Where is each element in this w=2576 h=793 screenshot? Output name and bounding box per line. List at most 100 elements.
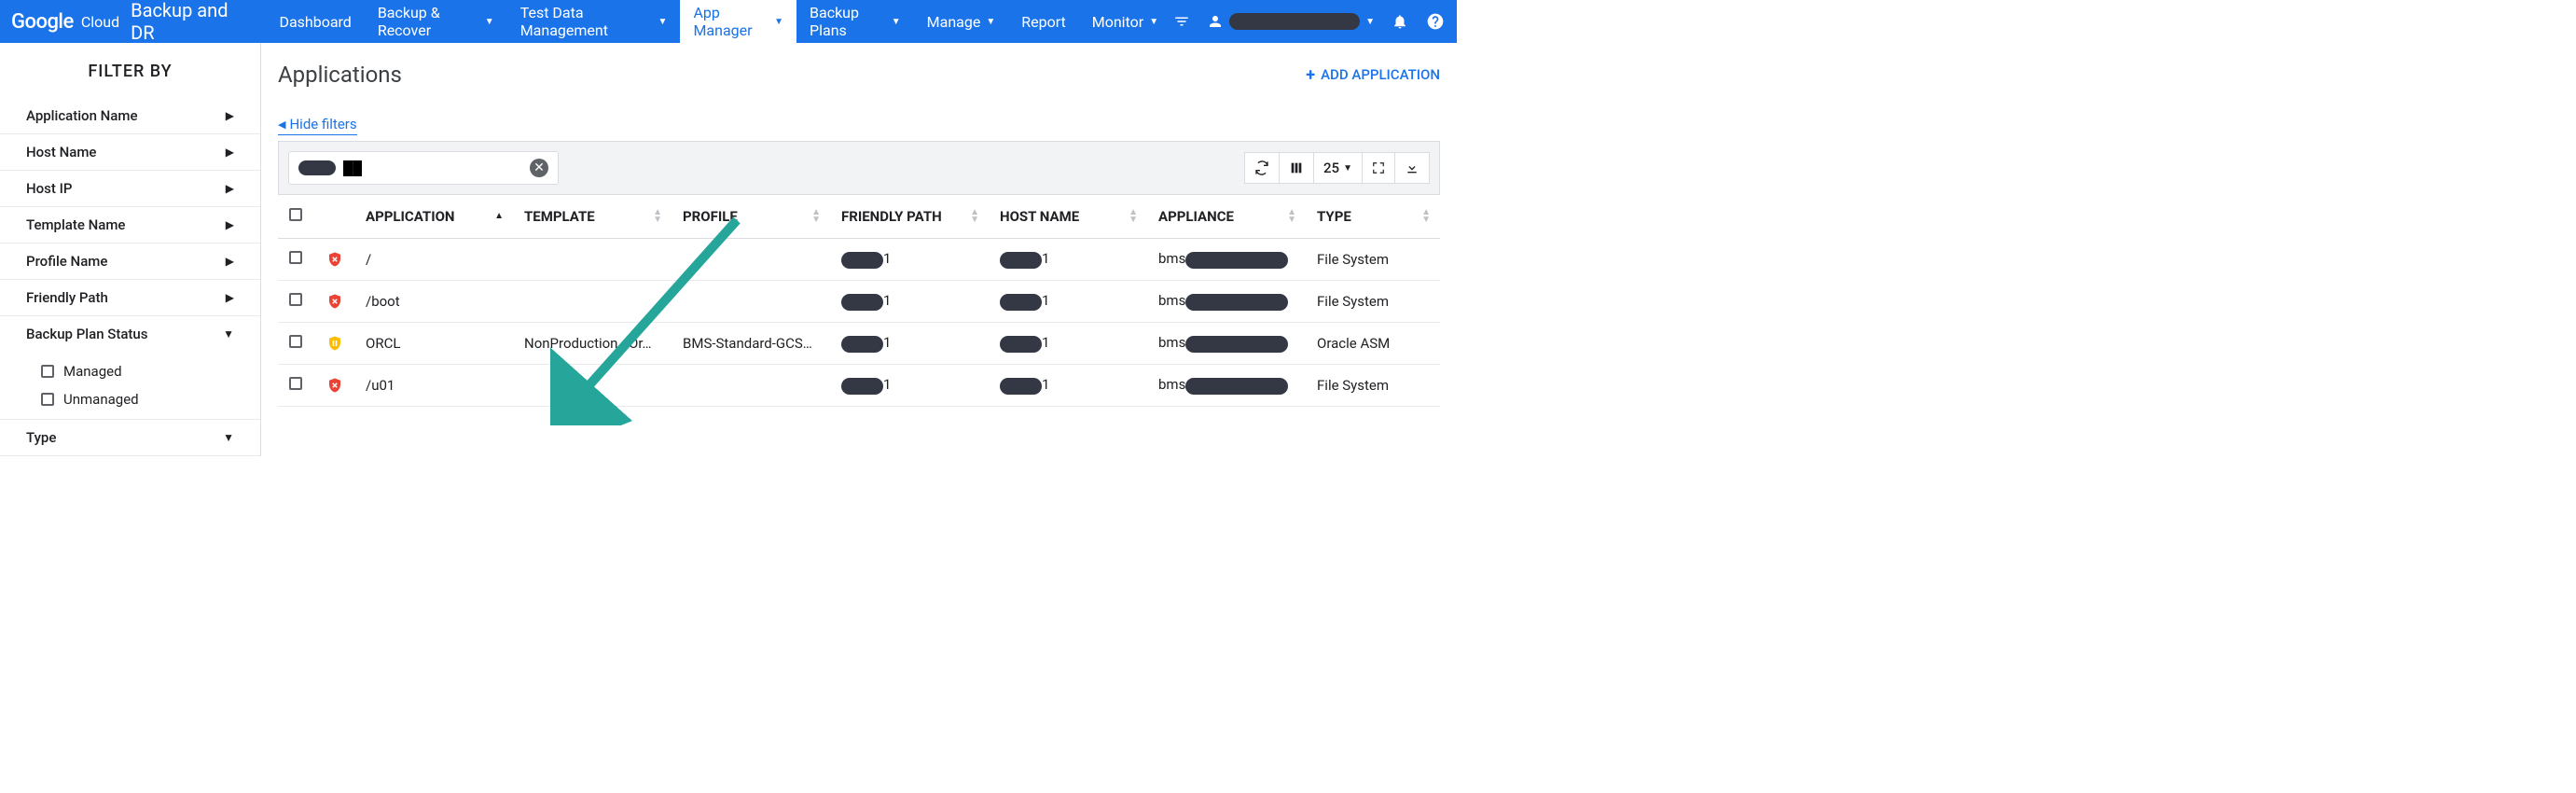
cell-template bbox=[513, 365, 672, 407]
col-type[interactable]: TYPE bbox=[1317, 208, 1351, 225]
bell-icon[interactable] bbox=[1390, 11, 1410, 32]
sort-icon: ▲▼ bbox=[970, 209, 979, 224]
row-checkbox[interactable] bbox=[289, 335, 302, 348]
col-host-name[interactable]: HOST NAME bbox=[1000, 208, 1079, 225]
col-appliance[interactable]: APPLIANCE bbox=[1158, 208, 1234, 225]
cell-friendly-path: 1 bbox=[830, 323, 989, 365]
cell-host-name: 1 bbox=[989, 323, 1147, 365]
caret-right-icon: ▶ bbox=[226, 255, 234, 268]
filter-option-label: Managed bbox=[63, 363, 122, 380]
filter-host-name[interactable]: Host Name ▶ bbox=[0, 134, 260, 171]
filter-option-managed[interactable]: Managed bbox=[41, 357, 234, 385]
page-size-value: 25 bbox=[1323, 160, 1339, 176]
table-row[interactable]: /boot11bmsFile System bbox=[278, 281, 1440, 323]
filter-label: Friendly Path bbox=[26, 289, 108, 306]
search-box: ✕ bbox=[288, 151, 559, 185]
caret-down-icon: ▼ bbox=[223, 431, 234, 444]
nav-monitor[interactable]: Monitor▼ bbox=[1079, 0, 1171, 43]
filter-label: Backup Plan Status bbox=[26, 326, 148, 342]
col-application[interactable]: APPLICATION bbox=[366, 208, 455, 225]
cell-template bbox=[513, 239, 672, 281]
nav-manage[interactable]: Manage▼ bbox=[914, 0, 1009, 43]
nav-backup-recover-label: Backup & Recover bbox=[378, 4, 479, 39]
chevron-down-icon: ▼ bbox=[774, 17, 783, 27]
cell-profile bbox=[672, 281, 830, 323]
cell-appliance: bms bbox=[1147, 323, 1306, 365]
add-application-button[interactable]: + ADD APPLICATION bbox=[1306, 65, 1440, 85]
table-row[interactable]: /u0111bmsFile System bbox=[278, 365, 1440, 407]
col-friendly-path[interactable]: FRIENDLY PATH bbox=[841, 208, 942, 225]
caret-right-icon: ▶ bbox=[226, 291, 234, 304]
row-checkbox[interactable] bbox=[289, 377, 302, 390]
applications-table: APPLICATION▲ TEMPLATE▲▼ PROFILE▲▼ FRIEND… bbox=[278, 195, 1440, 407]
chevron-down-icon: ▼ bbox=[658, 17, 668, 27]
filter-template-name[interactable]: Template Name▶ bbox=[0, 207, 260, 243]
sort-icon: ▲▼ bbox=[1421, 209, 1431, 224]
row-checkbox[interactable] bbox=[289, 293, 302, 306]
checkbox-icon bbox=[41, 393, 54, 406]
download-icon bbox=[1405, 160, 1420, 175]
page-size-select[interactable]: 25 ▼ bbox=[1314, 152, 1363, 184]
caret-right-icon: ▶ bbox=[226, 109, 234, 122]
filter-application-name[interactable]: Application Name▶ bbox=[0, 98, 260, 134]
filter-profile-name[interactable]: Profile Name▶ bbox=[0, 243, 260, 280]
cell-type: Oracle ASM bbox=[1306, 323, 1440, 365]
search-input[interactable] bbox=[343, 160, 362, 176]
download-button[interactable] bbox=[1395, 152, 1430, 184]
main-content: Applications + ADD APPLICATION ◀ Hide fi… bbox=[261, 43, 1457, 456]
cell-type: File System bbox=[1306, 365, 1440, 407]
col-profile[interactable]: PROFILE bbox=[683, 208, 738, 225]
checkbox-icon bbox=[41, 365, 54, 378]
cell-friendly-path: 1 bbox=[830, 365, 989, 407]
nav-test-data[interactable]: Test Data Management▼ bbox=[507, 0, 681, 43]
table-row[interactable]: /11bmsFile System bbox=[278, 239, 1440, 281]
chevron-down-icon: ▼ bbox=[1343, 163, 1352, 174]
select-all-checkbox[interactable] bbox=[289, 208, 302, 221]
fullscreen-button[interactable] bbox=[1363, 152, 1395, 184]
sort-icon: ▲▼ bbox=[811, 209, 821, 224]
person-icon bbox=[1207, 13, 1224, 30]
filter-host-ip[interactable]: Host IP▶ bbox=[0, 171, 260, 207]
shield-yellow-icon bbox=[326, 334, 343, 353]
cell-appliance: bms bbox=[1147, 365, 1306, 407]
refresh-button[interactable] bbox=[1244, 152, 1280, 184]
clear-search-button[interactable]: ✕ bbox=[530, 159, 548, 177]
nav-report[interactable]: Report bbox=[1008, 0, 1079, 43]
filter-label: Template Name bbox=[26, 216, 125, 233]
search-redacted-prefix bbox=[298, 160, 336, 175]
nav-dashboard[interactable]: Dashboard bbox=[266, 0, 364, 43]
nav-backup-plans[interactable]: Backup Plans▼ bbox=[796, 0, 914, 43]
filter-label: Host Name bbox=[26, 144, 96, 160]
nav-app-manager[interactable]: App Manager▼ bbox=[680, 0, 796, 43]
filter-option-unmanaged[interactable]: Unmanaged bbox=[41, 385, 234, 413]
nav-monitor-label: Monitor bbox=[1092, 13, 1143, 31]
columns-button[interactable] bbox=[1280, 152, 1314, 184]
cell-type: File System bbox=[1306, 239, 1440, 281]
shield-red-icon bbox=[326, 250, 343, 269]
caret-right-icon: ▶ bbox=[226, 146, 234, 159]
filter-type[interactable]: Type▼ bbox=[0, 419, 260, 456]
cloud-logo-text: Cloud bbox=[81, 13, 119, 31]
cell-host-name: 1 bbox=[989, 239, 1147, 281]
nav-report-label: Report bbox=[1021, 13, 1066, 31]
row-checkbox[interactable] bbox=[289, 251, 302, 264]
shield-red-icon bbox=[326, 376, 343, 395]
plus-icon: + bbox=[1306, 65, 1315, 85]
nav-backup-recover[interactable]: Backup & Recover▼ bbox=[365, 0, 507, 43]
cell-friendly-path: 1 bbox=[830, 281, 989, 323]
caret-right-icon: ▶ bbox=[226, 182, 234, 195]
cell-host-name: 1 bbox=[989, 281, 1147, 323]
table-row[interactable]: ORCLNonProduction - Or…BMS-Standard-GCS…… bbox=[278, 323, 1440, 365]
filter-friendly-path[interactable]: Friendly Path ▶ bbox=[0, 280, 260, 316]
sort-icon: ▲▼ bbox=[653, 209, 662, 224]
user-menu[interactable]: ▼ bbox=[1207, 13, 1375, 30]
columns-icon bbox=[1289, 160, 1304, 175]
filter-backup-plan-status[interactable]: Backup Plan Status▼ bbox=[0, 316, 260, 352]
hide-filters-toggle[interactable]: ◀ Hide filters bbox=[278, 116, 357, 135]
filter-icon[interactable] bbox=[1171, 11, 1192, 32]
cell-appliance: bms bbox=[1147, 239, 1306, 281]
filter-title: FILTER BY bbox=[0, 62, 260, 81]
help-icon[interactable] bbox=[1425, 11, 1446, 32]
cell-template bbox=[513, 281, 672, 323]
col-template[interactable]: TEMPLATE bbox=[524, 208, 595, 225]
